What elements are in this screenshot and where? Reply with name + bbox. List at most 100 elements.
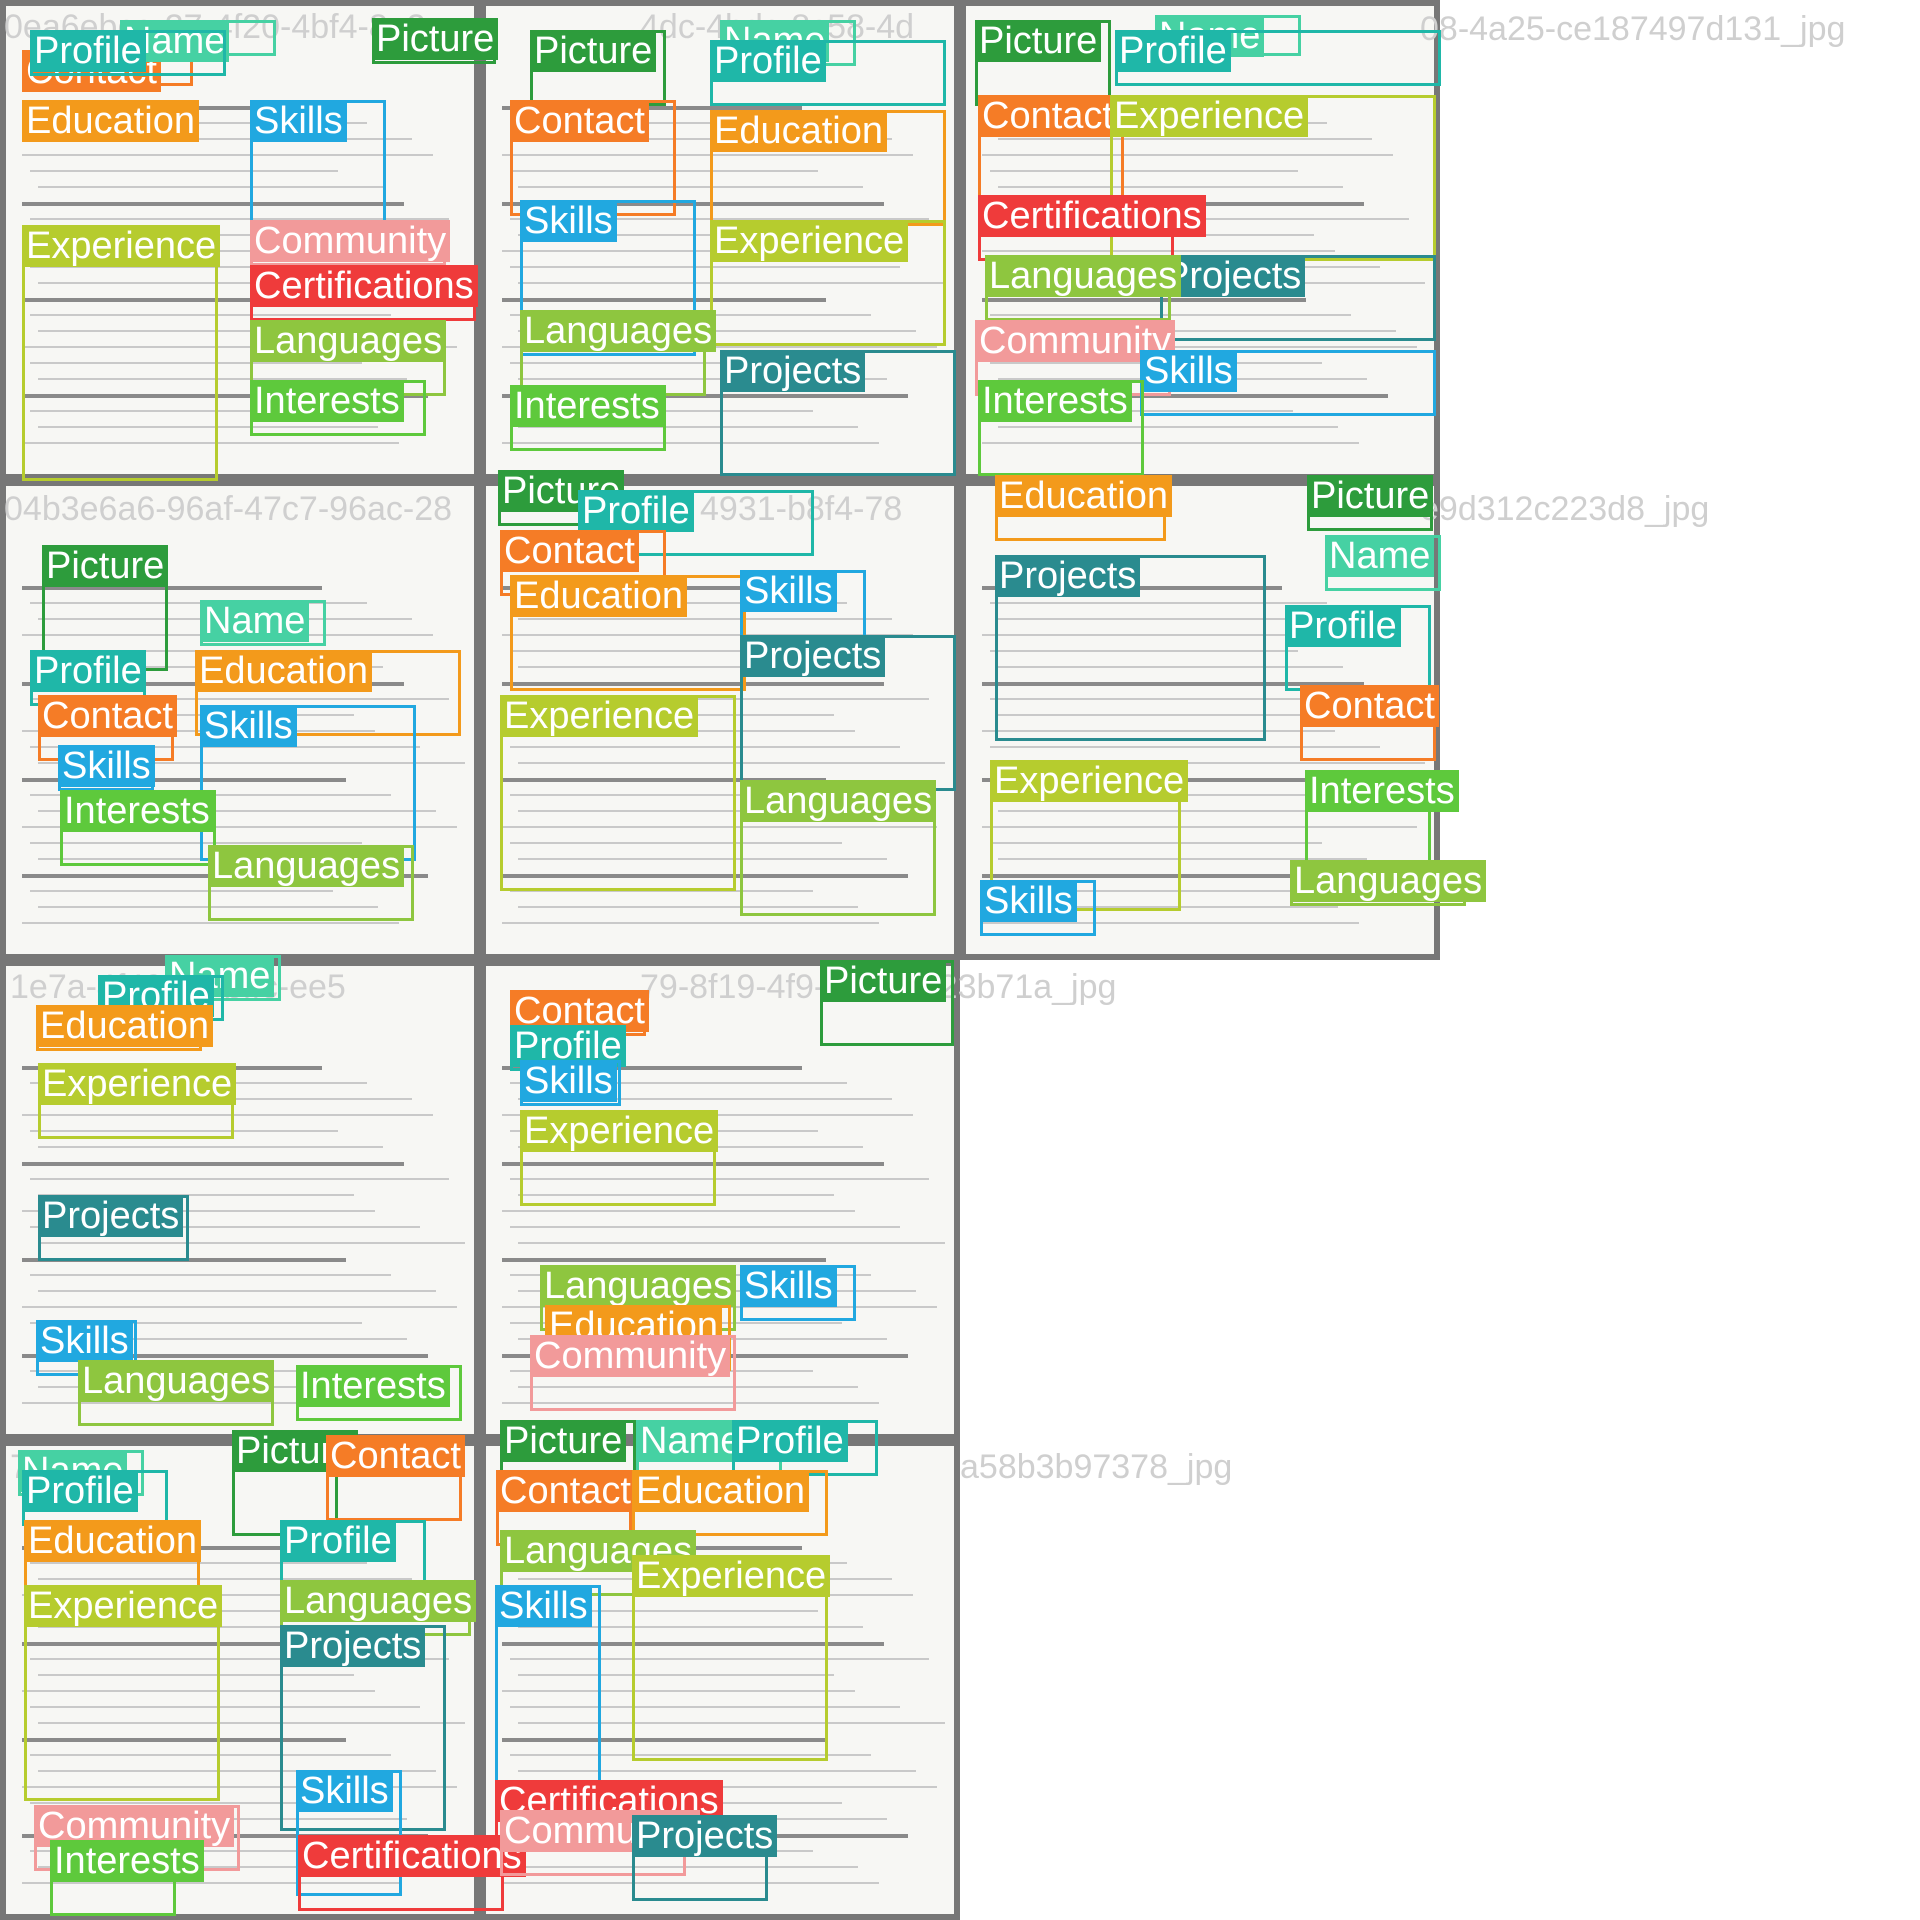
annotation-box-experience: Experience	[520, 1110, 719, 1206]
annotation-box-education: Education	[22, 100, 200, 142]
annotation-box-languages: Languages	[208, 845, 414, 921]
annotation-label: Picture	[975, 20, 1102, 62]
annotation-label: Contact	[496, 1470, 635, 1512]
annotation-box-contact: Contact	[510, 100, 676, 216]
annotation-label: Name	[1325, 535, 1435, 577]
annotation-label: Languages	[520, 310, 717, 352]
annotation-label: Skills	[1140, 350, 1237, 392]
annotation-label: Skills	[520, 200, 617, 242]
annotation-box-profile: Profile	[30, 30, 226, 76]
annotation-box-languages: Languages	[1290, 860, 1487, 906]
annotation-label: Profile	[710, 40, 826, 82]
annotation-box-community: Community	[530, 1335, 736, 1411]
annotation-label: Education	[995, 475, 1173, 517]
annotation-label: Contact	[510, 100, 649, 142]
annotation-box-skills: Skills	[200, 705, 416, 861]
text-line	[502, 1258, 826, 1262]
text-line	[38, 1146, 383, 1148]
annotation-label: Profile	[1115, 30, 1231, 72]
annotation-box-experience: Experience	[22, 225, 221, 481]
annotation-box-languages: Languages	[985, 255, 1182, 321]
annotation-box-community: Community	[250, 220, 451, 266]
annotation-label: Skills	[495, 1585, 592, 1627]
annotation-label: Skills	[296, 1770, 393, 1812]
annotation-box-interests: Interests	[250, 380, 426, 436]
annotation-box-interests: Interests	[978, 380, 1144, 476]
annotation-box-projects: Projects	[1160, 255, 1436, 341]
annotation-box-certifications: Certifications	[250, 265, 478, 321]
annotation-box-contact: Contact	[326, 1435, 465, 1521]
annotation-box-contact: Contact	[978, 95, 1124, 201]
annotation-label: Interests	[296, 1365, 450, 1407]
annotation-box-projects: Projects	[632, 1815, 778, 1901]
annotation-box-skills: Skills	[495, 1585, 601, 1791]
annotation-box-contact: Contact	[1300, 685, 1439, 761]
annotation-label: Contact	[38, 695, 177, 737]
annotation-label: Languages	[740, 780, 937, 822]
annotation-box-skills: Skills	[520, 1060, 621, 1106]
annotation-box-projects: Projects	[720, 350, 956, 476]
annotation-box-education: Education	[36, 1005, 214, 1051]
annotation-label: Certifications	[298, 1835, 526, 1877]
annotation-box-picture: Picture	[372, 18, 499, 64]
annotation-box-profile: Profile	[1115, 30, 1441, 86]
text-line	[30, 1178, 449, 1180]
annotation-box-experience: Experience	[38, 1063, 237, 1139]
annotation-label: Skills	[740, 570, 837, 612]
annotation-label: Contact	[500, 530, 639, 572]
annotation-label: Experience	[500, 695, 699, 737]
annotation-label: Projects	[720, 350, 866, 392]
annotation-label: Languages	[250, 320, 447, 362]
annotation-label: Profile	[30, 30, 146, 72]
annotation-box-experience: Experience	[710, 220, 946, 346]
annotation-label: Languages	[1290, 860, 1487, 902]
annotation-label: Interests	[250, 380, 404, 422]
annotation-label: Profile	[732, 1420, 848, 1462]
image-filename: a58b3b97378_jpg	[960, 1448, 1233, 1486]
annotation-label: Education	[510, 575, 688, 617]
annotation-label: Profile	[1285, 605, 1401, 647]
annotation-label: Education	[24, 1520, 202, 1562]
annotation-box-profile: Profile	[1285, 605, 1431, 691]
annotation-box-certifications: Certifications	[978, 195, 1206, 261]
annotation-label: Community	[530, 1335, 731, 1377]
annotation-label: Projects	[38, 1195, 184, 1237]
text-line	[518, 1242, 945, 1244]
annotation-box-profile: Profile	[22, 1470, 168, 1526]
annotation-label: Certifications	[250, 265, 478, 307]
annotation-label: Languages	[985, 255, 1182, 297]
annotation-label: Skills	[740, 1265, 837, 1307]
annotation-label: Skills	[520, 1060, 617, 1102]
annotation-label: Experience	[520, 1110, 719, 1152]
text-line	[502, 922, 879, 924]
annotation-label: Picture	[820, 960, 947, 1002]
annotation-box-picture: Picture	[530, 30, 666, 106]
annotation-box-picture: Picture	[820, 960, 954, 1046]
annotation-label: Projects	[280, 1625, 426, 1667]
annotation-box-experience: Experience	[632, 1555, 831, 1761]
annotation-box-picture: Picture	[975, 20, 1111, 106]
annotation-label: Education	[195, 650, 373, 692]
annotation-box-skills: Skills	[980, 880, 1096, 936]
text-line	[38, 1290, 436, 1292]
annotation-box-projects: Projects	[995, 555, 1266, 741]
annotation-box-education: Education	[510, 575, 746, 691]
annotation-box-profile: Profile	[280, 1520, 426, 1586]
annotation-label: Interests	[510, 385, 664, 427]
annotation-box-interests: Interests	[510, 385, 666, 451]
annotation-label: Certifications	[978, 195, 1206, 237]
annotation-label: Education	[710, 110, 888, 152]
annotation-label: Name	[636, 1420, 746, 1462]
annotation-box-projects: Projects	[38, 1195, 189, 1261]
text-line	[22, 922, 399, 924]
image-filename: e9d312c223d8_jpg	[1420, 490, 1710, 528]
annotation-box-languages: Languages	[78, 1360, 275, 1426]
annotation-label: Education	[632, 1470, 810, 1512]
annotation-label: Projects	[740, 635, 886, 677]
annotation-label: Languages	[280, 1580, 477, 1622]
annotation-label: Education	[36, 1005, 214, 1047]
annotation-box-certifications: Certifications	[298, 1835, 526, 1911]
annotation-label: Experience	[24, 1585, 223, 1627]
annotation-label: Interests	[1305, 770, 1459, 812]
annotation-label: Education	[22, 100, 200, 142]
